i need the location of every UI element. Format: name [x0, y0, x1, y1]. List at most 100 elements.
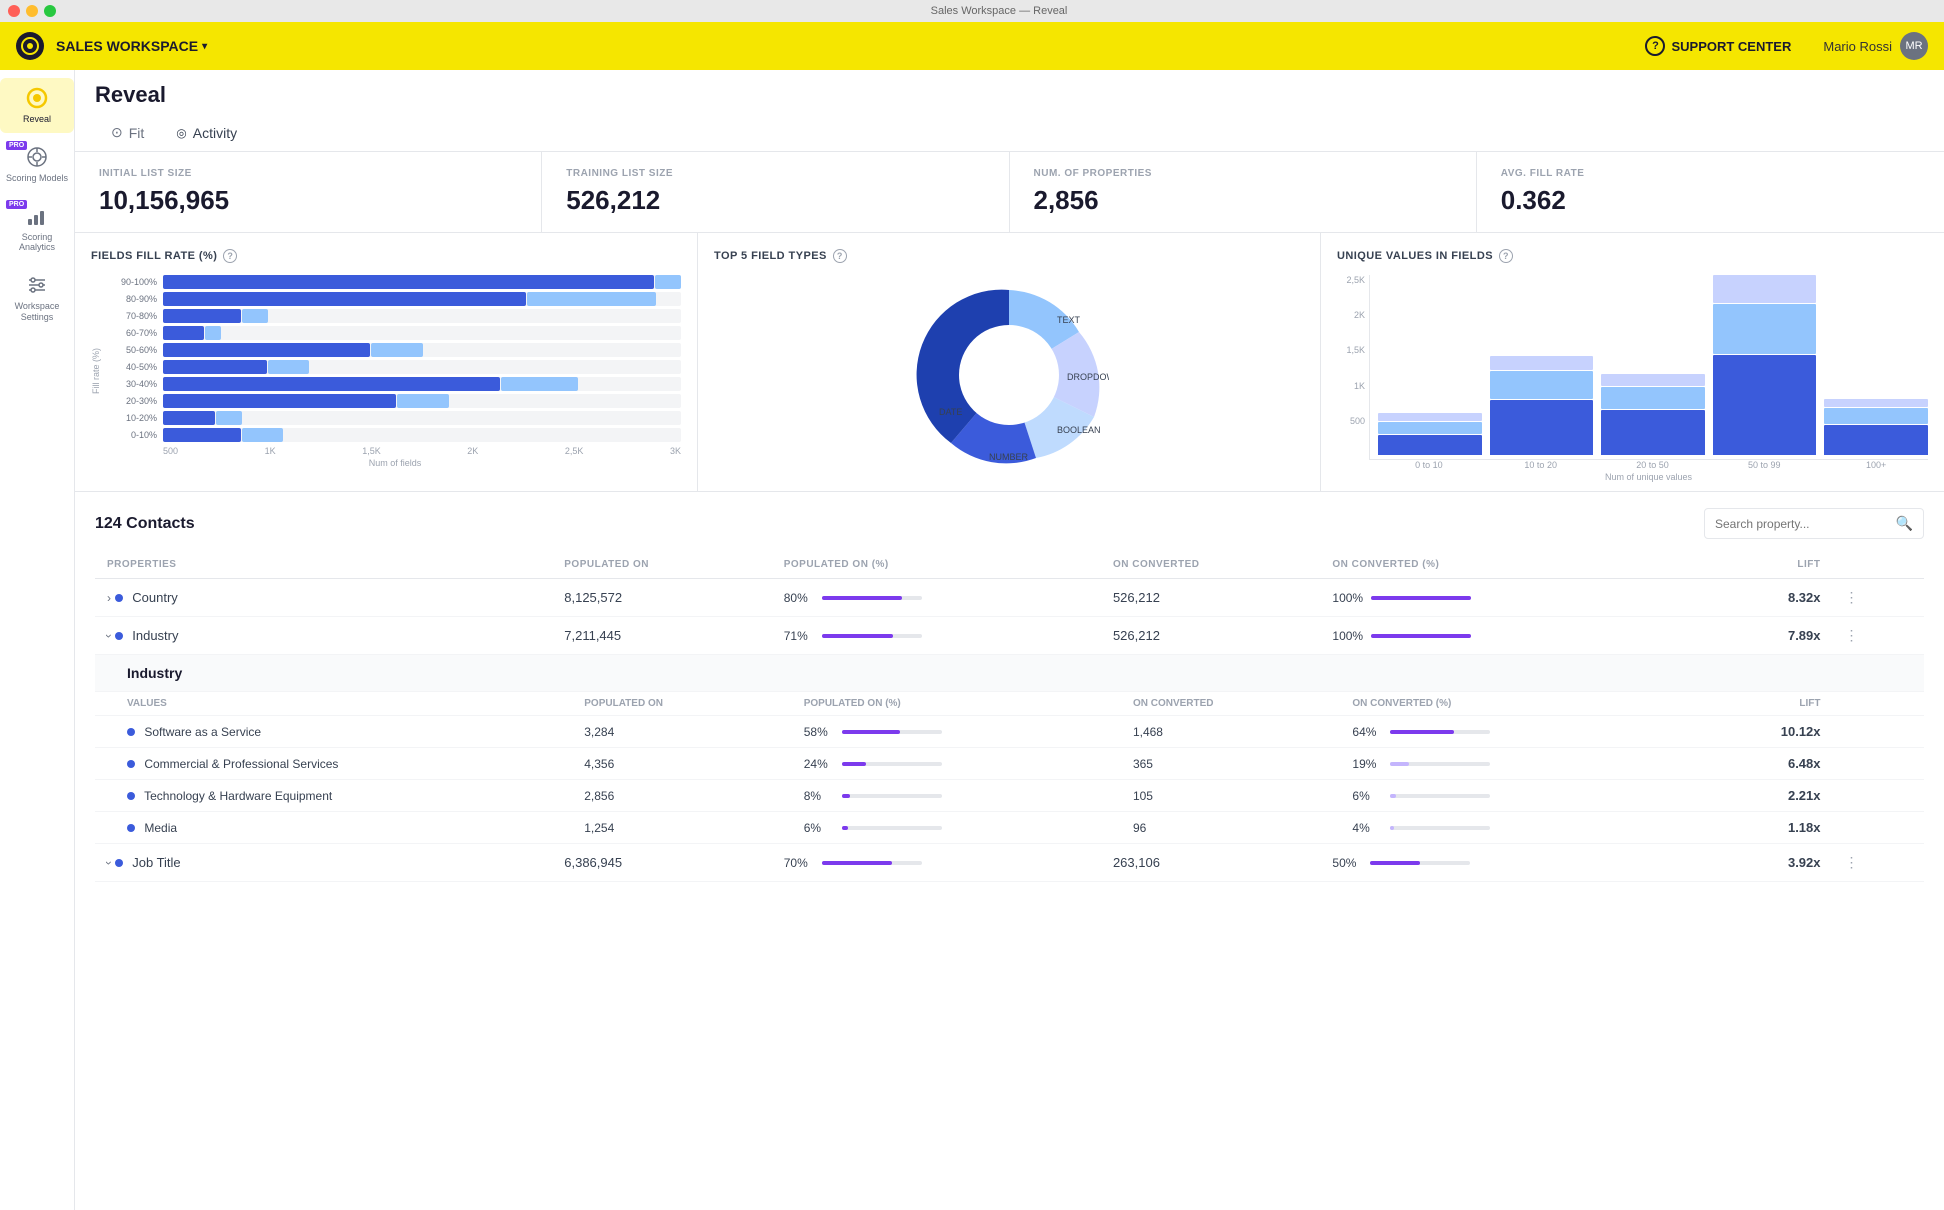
bar-row: 60-70% [109, 326, 681, 340]
page-header: Reveal ⊙ Fit ◎ Activity [75, 70, 1944, 152]
workspace-settings-icon [25, 273, 49, 297]
job-title-actions-cell: ⋮ [1833, 844, 1924, 882]
industry-name-cell: › Industry [95, 617, 552, 655]
saas-converted: 1,468 [1101, 716, 1320, 748]
col-header-properties: PROPERTIES [95, 551, 552, 579]
svg-text:DATE: DATE [939, 407, 962, 417]
bar-track [163, 275, 681, 289]
technology-dot-icon [127, 792, 135, 800]
industry-actions-cell: ⋮ [1833, 617, 1924, 655]
industry-pop-pct-cell: 71% [772, 617, 1101, 655]
table-row-country: › Country 8,125,572 80% [95, 579, 1924, 617]
technology-converted: 105 [1101, 780, 1320, 812]
job-title-expand-btn[interactable]: › [102, 861, 116, 865]
commercial-pop-track [842, 762, 942, 766]
saas-lift: 10.12x [1650, 716, 1833, 748]
sidebar-item-workspace-settings[interactable]: Workspace Settings [0, 265, 74, 331]
data-section: 124 Contacts 🔍 PROPERTIES POPULATED ON P… [75, 492, 1944, 898]
tab-activity[interactable]: ◎ Activity [160, 116, 253, 151]
bar-seg-dark [163, 326, 204, 340]
job-title-pop-progress-fill [822, 861, 892, 865]
bar-seg-light [527, 292, 657, 306]
col-header-pop-pct: POPULATED ON (%) [772, 551, 1101, 579]
donut-chart-container: TEXT DROPDOWN BOOLEAN NUMBER DATE [714, 275, 1304, 475]
bar-track [163, 326, 681, 340]
job-title-populated-cell: 6,386,945 [552, 844, 771, 882]
industry-lift-cell: 7.89x [1650, 617, 1833, 655]
media-name: Media [95, 812, 552, 844]
table-row-job-title: › Job Title 6,386,945 70% [95, 844, 1924, 882]
bar-seg-light [205, 326, 221, 340]
col-header-populated: POPULATED ON [552, 551, 771, 579]
industry-converted-cell: 526,212 [1101, 617, 1320, 655]
bar-track [163, 360, 681, 374]
support-center-button[interactable]: ? SUPPORT CENTER [1645, 36, 1791, 56]
bar-label: 70-80% [109, 311, 157, 321]
bar-seg-light [397, 394, 449, 408]
sub-col-values: VALUES [95, 692, 552, 716]
industry-expand-btn[interactable]: › [102, 634, 116, 638]
bar-track [163, 411, 681, 425]
support-icon: ? [1645, 36, 1665, 56]
fit-tab-icon: ⊙ [111, 124, 123, 141]
sidebar-item-reveal[interactable]: Reveal [0, 78, 74, 133]
charts-row: FIELDS FILL RATE (%) ? Fill rate (%) 90-… [75, 233, 1944, 492]
scoring-models-icon [25, 145, 49, 169]
os-maximize-dot[interactable] [44, 5, 56, 17]
sub-col-lift: LIFT [1650, 692, 1833, 716]
bar-seg-light [371, 343, 423, 357]
table-row-industry: › Industry 7,211,445 71% [95, 617, 1924, 655]
os-close-dot[interactable] [8, 5, 20, 17]
industry-filter-icon[interactable]: ⋮ [1845, 627, 1859, 643]
bar-x-axis: 5001K1,5K2K2,5K3K [109, 446, 681, 456]
job-title-pop-progress-track [822, 861, 922, 865]
stat-num-properties: NUM. OF PROPERTIES 2,856 [1010, 152, 1477, 232]
country-converted-cell: 526,212 [1101, 579, 1320, 617]
tab-fit[interactable]: ⊙ Fit [95, 116, 160, 151]
job-title-filter-icon[interactable]: ⋮ [1845, 854, 1859, 870]
svg-text:DROPDOWN: DROPDOWN [1067, 372, 1109, 382]
technology-populated: 2,856 [552, 780, 771, 812]
media-pop-pct: 6% [772, 812, 1101, 844]
bar-seg-light [216, 411, 242, 425]
country-conv-progress-fill [1371, 596, 1471, 600]
unique-values-help-icon[interactable]: ? [1499, 249, 1513, 263]
search-box[interactable]: 🔍 [1704, 508, 1924, 539]
bar-seg-dark [163, 309, 241, 323]
industry-subrow-title: Industry [95, 655, 1924, 692]
page-title: Reveal [95, 82, 1924, 108]
stat-avg-fill-rate: AVG. FILL RATE 0.362 [1477, 152, 1944, 232]
bar-label: 20-30% [109, 396, 157, 406]
search-icon: 🔍 [1896, 515, 1913, 532]
top5-help-icon[interactable]: ? [833, 249, 847, 263]
media-converted: 96 [1101, 812, 1320, 844]
country-pop-pct-cell: 80% [772, 579, 1101, 617]
workspace-label[interactable]: SALES WORKSPACE ▾ [56, 38, 207, 54]
bar-seg-light [501, 377, 579, 391]
col-header-conv-pct: ON CONVERTED (%) [1320, 551, 1649, 579]
commercial-conv-track [1390, 762, 1490, 766]
bar-chart-y-label: Fill rate (%) [91, 348, 101, 394]
commercial-converted: 365 [1101, 748, 1320, 780]
properties-table: PROPERTIES POPULATED ON POPULATED ON (%)… [95, 551, 1924, 882]
os-minimize-dot[interactable] [26, 5, 38, 17]
workspace-caret-icon: ▾ [202, 41, 207, 52]
search-input[interactable] [1715, 517, 1888, 531]
v-bar-100plus [1824, 399, 1928, 455]
saas-pop-track [842, 730, 942, 734]
data-header: 124 Contacts 🔍 [95, 508, 1924, 539]
fields-fill-rate-help-icon[interactable]: ? [223, 249, 237, 263]
unique-values-bars [1369, 275, 1928, 460]
country-dot-icon [115, 594, 123, 602]
commercial-pop-pct: 24% [772, 748, 1101, 780]
country-conv-pct-cell: 100% [1320, 579, 1649, 617]
user-info: Mario Rossi MR [1823, 32, 1928, 60]
bar-seg-dark [163, 360, 267, 374]
sidebar-item-scoring-models[interactable]: PRO Scoring Models [0, 137, 74, 192]
subrow-technology: Technology & Hardware Equipment 2,856 8% [95, 780, 1924, 812]
country-filter-icon[interactable]: ⋮ [1845, 589, 1859, 605]
technology-pop-track [842, 794, 942, 798]
v-bar-10-20 [1490, 356, 1594, 455]
sidebar-item-scoring-analytics[interactable]: PRO Scoring Analytics [0, 196, 74, 262]
country-expand-btn[interactable]: › [107, 591, 111, 605]
